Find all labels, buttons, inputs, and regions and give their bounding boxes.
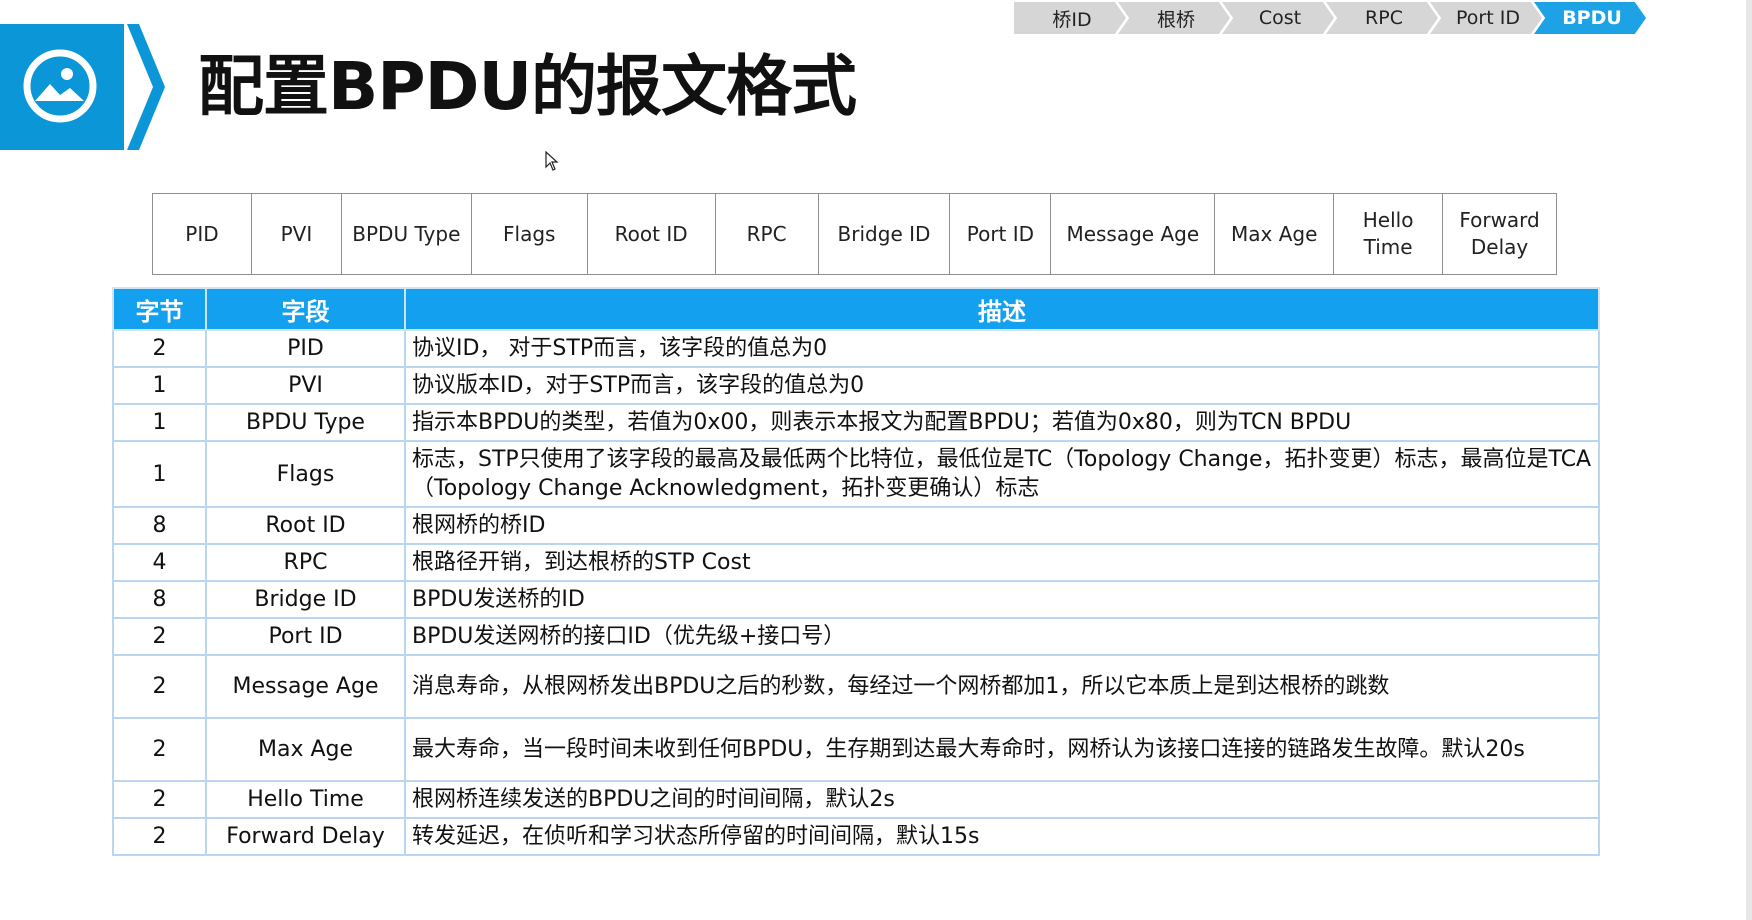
table-row: 1 Flags 标志，STP只使用了该字段的最高及最低两个比特位，最低位是TC（… bbox=[112, 440, 1600, 508]
field-cell-flags: Flags bbox=[472, 194, 588, 274]
cell-description: 根路径开销，到达根桥的STP Cost bbox=[404, 543, 1600, 582]
table-row: 4 RPC 根路径开销，到达根桥的STP Cost bbox=[112, 543, 1600, 582]
cell-field: Bridge ID bbox=[205, 580, 406, 619]
image-icon bbox=[23, 49, 97, 123]
cell-byte: 2 bbox=[112, 717, 207, 782]
table-row: 1 PVI 协议版本ID，对于STP而言，该字段的值总为0 bbox=[112, 366, 1600, 405]
table-row: 2 Message Age 消息寿命，从根网桥发出BPDU之后的秒数，每经过一个… bbox=[112, 654, 1600, 719]
cell-field: Forward Delay bbox=[205, 817, 406, 856]
table-row: 2 Hello Time 根网桥连续发送的BPDU之间的时间间隔，默认2s bbox=[112, 780, 1600, 819]
cell-field: Hello Time bbox=[205, 780, 406, 819]
cell-description: 根网桥连续发送的BPDU之间的时间间隔，默认2s bbox=[404, 780, 1600, 819]
field-cell-bridge-id: Bridge ID bbox=[819, 194, 951, 274]
window-edge-scrollbar[interactable] bbox=[1746, 0, 1752, 920]
cell-byte: 4 bbox=[112, 543, 207, 582]
cell-description: 转发延迟，在侦听和学习状态所停留的时间间隔，默认15s bbox=[404, 817, 1600, 856]
cell-byte: 2 bbox=[112, 780, 207, 819]
field-cell-pid: PID bbox=[153, 194, 252, 274]
table-row: 8 Root ID 根网桥的桥ID bbox=[112, 506, 1600, 545]
cell-description: 协议ID， 对于STP而言，该字段的值总为0 bbox=[404, 329, 1600, 368]
table-row: 8 Bridge ID BPDU发送桥的ID bbox=[112, 580, 1600, 619]
field-cell-max-age: Max Age bbox=[1215, 194, 1335, 274]
cell-description: BPDU发送网桥的接口ID（优先级+接口号） bbox=[404, 617, 1600, 656]
cell-field: BPDU Type bbox=[205, 403, 406, 442]
breadcrumb-item-rpc[interactable]: RPC bbox=[1326, 2, 1438, 34]
cell-field: Max Age bbox=[205, 717, 406, 782]
bpdu-field-table: 字节 字段 描述 2 PID 协议ID， 对于STP而言，该字段的值总为0 1 … bbox=[112, 287, 1600, 856]
bpdu-field-diagram: PID PVI BPDU Type Flags Root ID RPC Brid… bbox=[152, 193, 1557, 275]
field-cell-hello-time: Hello Time bbox=[1334, 194, 1444, 274]
table-row: 2 Forward Delay 转发延迟，在侦听和学习状态所停留的时间间隔，默认… bbox=[112, 817, 1600, 856]
column-header-byte: 字节 bbox=[112, 287, 207, 331]
field-cell-rpc: RPC bbox=[716, 194, 819, 274]
field-cell-forward-delay: Forward Delay bbox=[1459, 208, 1540, 259]
cell-field: PID bbox=[205, 329, 406, 368]
cell-byte: 1 bbox=[112, 440, 207, 508]
cell-byte: 8 bbox=[112, 580, 207, 619]
cell-byte: 8 bbox=[112, 506, 207, 545]
header-icon-block bbox=[0, 24, 124, 150]
cell-byte: 2 bbox=[112, 817, 207, 856]
header-chevron bbox=[127, 24, 165, 150]
cell-field: Flags bbox=[205, 440, 406, 508]
breadcrumb-item-root-bridge[interactable]: 根桥 bbox=[1118, 2, 1230, 34]
mouse-pointer-icon bbox=[545, 151, 559, 171]
breadcrumb: 桥ID 根桥 Cost RPC Port ID BPDU bbox=[1014, 2, 1646, 34]
cell-byte: 1 bbox=[112, 403, 207, 442]
table-row: 2 PID 协议ID， 对于STP而言，该字段的值总为0 bbox=[112, 329, 1600, 368]
cell-field: PVI bbox=[205, 366, 406, 405]
breadcrumb-item-bpdu[interactable]: BPDU bbox=[1534, 2, 1646, 34]
cell-description: 标志，STP只使用了该字段的最高及最低两个比特位，最低位是TC（Topology… bbox=[404, 440, 1600, 508]
field-cell-port-id: Port ID bbox=[950, 194, 1052, 274]
cell-description: BPDU发送桥的ID bbox=[404, 580, 1600, 619]
cell-byte: 2 bbox=[112, 329, 207, 368]
table-row: 2 Max Age 最大寿命，当一段时间未收到任何BPDU，生存期到达最大寿命时… bbox=[112, 717, 1600, 782]
cell-description: 最大寿命，当一段时间未收到任何BPDU，生存期到达最大寿命时，网桥认为该接口连接… bbox=[404, 717, 1600, 782]
column-header-field: 字段 bbox=[205, 287, 406, 331]
cell-field: Message Age bbox=[205, 654, 406, 719]
cell-byte: 1 bbox=[112, 366, 207, 405]
breadcrumb-item-cost[interactable]: Cost bbox=[1222, 2, 1334, 34]
cell-byte: 2 bbox=[112, 617, 207, 656]
cell-description: 指示本BPDU的类型，若值为0x00，则表示本报文为配置BPDU；若值为0x80… bbox=[404, 403, 1600, 442]
table-header-row: 字节 字段 描述 bbox=[112, 287, 1600, 331]
cell-field: RPC bbox=[205, 543, 406, 582]
cell-field: Root ID bbox=[205, 506, 406, 545]
cell-description: 根网桥的桥ID bbox=[404, 506, 1600, 545]
cell-description: 协议版本ID，对于STP而言，该字段的值总为0 bbox=[404, 366, 1600, 405]
cell-field: Port ID bbox=[205, 617, 406, 656]
field-cell-pvi: PVI bbox=[252, 194, 342, 274]
field-cell-message-age: Message Age bbox=[1051, 194, 1216, 274]
breadcrumb-item-bridge-id[interactable]: 桥ID bbox=[1014, 2, 1126, 34]
field-cell-root-id: Root ID bbox=[588, 194, 716, 274]
page-title: 配置BPDU的报文格式 bbox=[198, 48, 857, 125]
cell-byte: 2 bbox=[112, 654, 207, 719]
table-row: 1 BPDU Type 指示本BPDU的类型，若值为0x00，则表示本报文为配置… bbox=[112, 403, 1600, 442]
cell-description: 消息寿命，从根网桥发出BPDU之后的秒数，每经过一个网桥都加1，所以它本质上是到… bbox=[404, 654, 1600, 719]
table-row: 2 Port ID BPDU发送网桥的接口ID（优先级+接口号） bbox=[112, 617, 1600, 656]
column-header-description: 描述 bbox=[404, 287, 1600, 331]
field-cell-bpdu-type: BPDU Type bbox=[342, 194, 472, 274]
breadcrumb-item-port-id[interactable]: Port ID bbox=[1430, 2, 1542, 34]
